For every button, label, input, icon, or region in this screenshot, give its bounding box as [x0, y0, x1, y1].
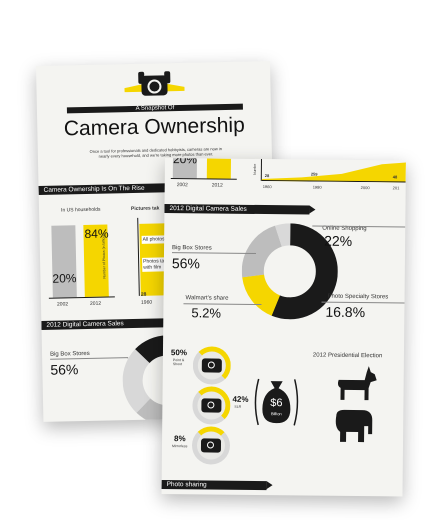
pictures-label: Pictures tak: [130, 205, 160, 213]
line-value-2000: 48: [392, 174, 398, 180]
slr-camera-icon: [201, 398, 222, 413]
specialty-label: Photo Specialty Stores: [327, 293, 389, 301]
bar-2002-value: 20%: [52, 271, 77, 286]
elephant-icon: [335, 409, 373, 443]
top-axis-label: Numbe: [252, 163, 257, 175]
band-digital-sales: 2012 Digital Camera Sales: [164, 203, 310, 215]
big-box-value: 56%: [50, 361, 79, 378]
walmart-value: 5.2%: [191, 305, 222, 321]
top-bars-baseline: [170, 178, 237, 180]
type2-value: 42%: [232, 394, 249, 404]
type3-label: Mirrorless: [171, 444, 188, 449]
top-bar-value: 20%: [172, 158, 198, 167]
hands-camera-icon: [124, 71, 185, 96]
online-value: 22%: [324, 232, 353, 249]
money-unit: Billion: [270, 411, 282, 417]
year-2002-label: 2002: [56, 301, 69, 308]
big-box-label: Big Box Stores: [49, 350, 90, 358]
big-box-leader: [172, 252, 257, 254]
line-year-1960: 1960: [262, 184, 272, 190]
line-year-2000: 2000: [360, 185, 370, 191]
specialty-value: 16.8%: [325, 303, 366, 321]
top-bar-2012: [206, 158, 231, 179]
top-year-2002: 2002: [176, 182, 188, 189]
point-shoot-camera-icon: [201, 358, 222, 373]
big-box-label: Big Box Stores: [172, 245, 212, 252]
type2-label: SLR: [234, 404, 242, 409]
type1-value: 50%: [170, 348, 188, 358]
big-box-underline: [50, 357, 129, 360]
type3-value: 8%: [174, 434, 186, 444]
election-label: 2012 Presidential Election: [312, 352, 383, 360]
all-photos-label: All photos: [141, 235, 166, 244]
year-2012-label: 2012: [89, 300, 102, 307]
photos-area-chart: [261, 162, 406, 183]
walmart-label: Walmart's share: [185, 295, 229, 302]
intro-text: Once a tool for professionals and dedica…: [89, 146, 222, 159]
infographic-front-page: 20% 2002 2012 Numbe 28 259 48 1960 1980 …: [161, 158, 406, 497]
photos-axis-label: Number of Photos (in billions): [101, 232, 107, 279]
bar-2002: [51, 225, 77, 298]
band-photo-sharing: Photo sharing: [161, 479, 267, 491]
subtitle: A Snapshot Of: [135, 105, 175, 112]
line-value-1980: 259: [310, 171, 318, 177]
type1-label: Point & Shoot: [172, 358, 185, 367]
bars-baseline: [48, 296, 115, 299]
mini-value: 28: [140, 291, 147, 298]
money-value: $6: [270, 397, 283, 410]
donkey-icon: [337, 366, 377, 401]
line-value-1960: 28: [264, 173, 270, 179]
page-title: Camera Ownership: [63, 113, 245, 141]
top-year-2012: 2012: [211, 182, 223, 189]
households-label: In US households: [60, 206, 101, 214]
line-year-1980: 1980: [312, 184, 322, 190]
mirrorless-camera-icon: [200, 438, 222, 453]
line-year-2010: 201: [392, 185, 400, 191]
mini-year: 1960: [140, 299, 153, 306]
big-box-value: 56%: [171, 255, 201, 272]
